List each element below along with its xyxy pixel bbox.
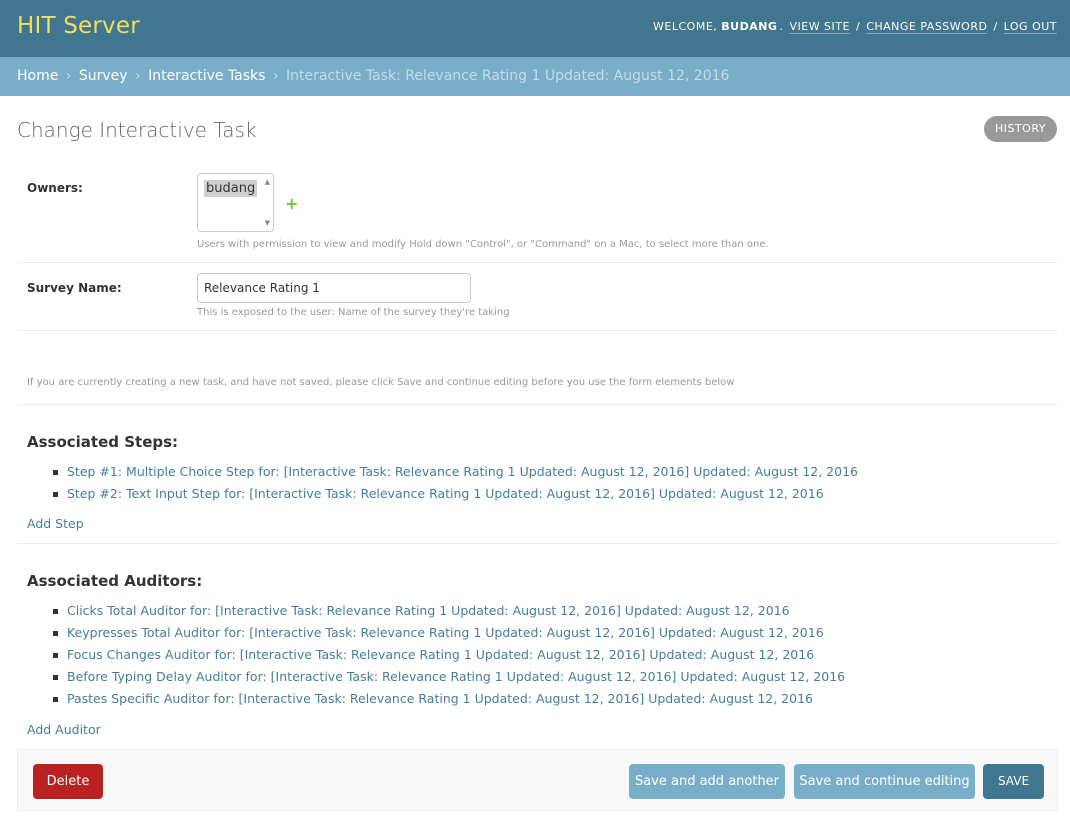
header: HIT Server WELCOME, BUDANG. VIEW SITE / … (0, 0, 1070, 57)
delete-button[interactable]: Delete (33, 764, 103, 799)
view-site-link[interactable]: VIEW SITE (789, 20, 850, 34)
save-button[interactable]: SAVE (983, 764, 1044, 799)
history-button[interactable]: HISTORY (984, 116, 1057, 142)
divider (17, 404, 1058, 405)
username: BUDANG (721, 20, 778, 33)
change-password-link[interactable]: CHANGE PASSWORD (866, 20, 988, 34)
associated-auditors-heading: Associated Auditors: (27, 572, 203, 590)
submit-row: Delete Save and add another Save and con… (17, 749, 1058, 811)
add-owner-icon[interactable]: + (285, 194, 298, 213)
step-link[interactable]: Step #1: Multiple Choice Step for: [Inte… (67, 461, 858, 483)
breadcrumb-separator: › (272, 68, 279, 84)
user-tools: WELCOME, BUDANG. VIEW SITE / CHANGE PASS… (653, 20, 1057, 34)
auditor-link[interactable]: Pastes Specific Auditor for: [Interactiv… (67, 688, 813, 710)
auditor-link[interactable]: Before Typing Delay Auditor for: [Intera… (67, 666, 845, 688)
add-step-link[interactable]: Add Step (27, 516, 84, 531)
scroll-up-icon[interactable]: ▲ (265, 178, 270, 186)
divider (17, 262, 1058, 263)
add-auditor-link[interactable]: Add Auditor (27, 722, 101, 737)
notice-text: If you are currently creating a new task… (27, 377, 735, 388)
breadcrumb-survey[interactable]: Survey (79, 68, 128, 84)
breadcrumb-home[interactable]: Home (17, 68, 58, 84)
bullet-icon (53, 470, 58, 475)
auditor-link[interactable]: Clicks Total Auditor for: [Interactive T… (67, 600, 790, 622)
breadcrumb-separator: › (135, 68, 141, 84)
save-and-add-another-button[interactable]: Save and add another (629, 764, 785, 799)
bullet-icon (53, 631, 58, 636)
save-and-continue-button[interactable]: Save and continue editing (794, 764, 975, 799)
log-out-link[interactable]: LOG OUT (1003, 20, 1057, 34)
divider (17, 543, 1058, 544)
scroll-down-icon[interactable]: ▼ (265, 219, 270, 227)
bullet-icon (53, 653, 58, 658)
survey-name-label: Survey Name: (27, 281, 122, 295)
owners-label: Owners: (27, 181, 83, 195)
auditor-link[interactable]: Focus Changes Auditor for: [Interactive … (67, 644, 814, 666)
auditor-link[interactable]: Keypresses Total Auditor for: [Interacti… (67, 622, 824, 644)
welcome-text: WELCOME, (653, 20, 718, 33)
owners-select[interactable]: budang ▲ ▼ (197, 173, 274, 232)
bullet-icon (53, 675, 58, 680)
bullet-icon (53, 697, 58, 702)
bullet-icon (53, 492, 58, 497)
survey-name-input[interactable] (197, 273, 471, 303)
breadcrumb-interactive-tasks[interactable]: Interactive Tasks (148, 68, 265, 84)
step-link[interactable]: Step #2: Text Input Step for: [Interacti… (67, 483, 824, 505)
divider (17, 330, 1058, 331)
bullet-icon (53, 609, 58, 614)
breadcrumb-separator: › (65, 68, 72, 84)
owners-option-selected[interactable]: budang (204, 180, 258, 197)
page-title: Change Interactive Task (17, 118, 257, 142)
associated-steps-heading: Associated Steps: (27, 433, 179, 451)
site-title[interactable]: HIT Server (17, 13, 140, 39)
breadcrumb: Home › Survey › Interactive Tasks › Inte… (0, 57, 1070, 96)
owners-help: Users with permission to view and modify… (197, 239, 769, 250)
breadcrumb-current: Interactive Task: Relevance Rating 1 Upd… (285, 68, 730, 84)
survey-name-help: This is exposed to the user: Name of the… (197, 307, 510, 318)
